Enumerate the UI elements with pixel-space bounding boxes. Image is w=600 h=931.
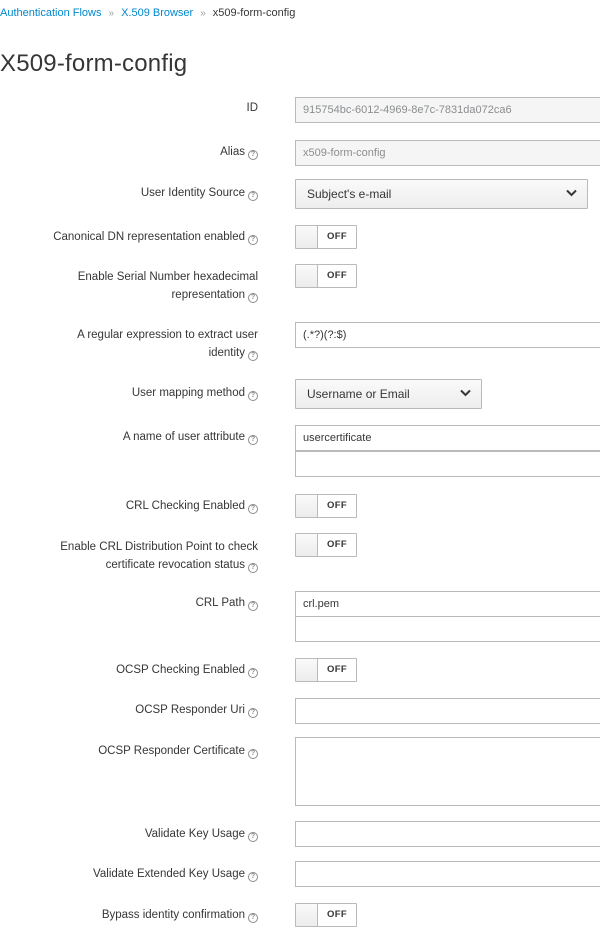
crl-path-label-text: CRL Path xyxy=(195,597,245,609)
ocsp-cert-label-text: OCSP Responder Certificate xyxy=(98,745,245,757)
help-icon[interactable]: ? xyxy=(248,563,258,573)
help-icon[interactable]: ? xyxy=(248,293,258,303)
toggle-knob xyxy=(296,659,318,681)
serial-hex-label-line1: Enable Serial Number hexadecimal xyxy=(77,271,258,283)
regex-label: A regular expression to extract user iden… xyxy=(77,326,258,362)
toggle-state: OFF xyxy=(327,231,347,242)
user-attribute-input-2[interactable] xyxy=(295,451,600,477)
help-icon[interactable]: ? xyxy=(248,872,258,882)
alias-label: Alias? xyxy=(220,143,258,161)
user-mapping-method-value: Username or Email xyxy=(307,387,410,401)
key-usage-label: Validate Key Usage? xyxy=(145,825,258,843)
crl-distribution-toggle[interactable]: OFF xyxy=(295,533,357,557)
serial-hex-toggle[interactable]: OFF xyxy=(295,264,357,288)
bypass-confirmation-label-text: Bypass identity confirmation xyxy=(101,909,245,921)
page-title: X509-form-config xyxy=(0,50,188,77)
breadcrumb-authentication-flows[interactable]: Authentication Flows xyxy=(0,7,102,19)
crl-distribution-label-line2: certificate revocation status xyxy=(105,559,245,571)
help-icon[interactable]: ? xyxy=(248,708,258,718)
user-identity-source-label: User Identity Source? xyxy=(141,184,258,202)
help-icon[interactable]: ? xyxy=(248,351,258,361)
user-mapping-method-label: User mapping method? xyxy=(132,384,258,402)
toggle-knob xyxy=(296,534,318,556)
crl-path-input-2[interactable] xyxy=(295,616,600,642)
crl-path-input[interactable]: crl.pem xyxy=(295,591,600,617)
bypass-confirmation-toggle[interactable]: OFF xyxy=(295,903,357,927)
user-mapping-method-label-text: User mapping method xyxy=(131,387,245,399)
help-icon[interactable]: ? xyxy=(248,504,258,514)
toggle-state: OFF xyxy=(327,500,347,511)
key-usage-input[interactable] xyxy=(295,821,600,847)
user-attribute-label-text: A name of user attribute xyxy=(122,431,245,443)
toggle-state: OFF xyxy=(327,664,347,675)
user-identity-source-label-text: User Identity Source xyxy=(140,187,245,199)
ocsp-cert-label: OCSP Responder Certificate? xyxy=(98,742,258,760)
regex-label-line1: A regular expression to extract user xyxy=(77,329,258,341)
ocsp-checking-label-text: OCSP Checking Enabled xyxy=(116,664,245,676)
alias-label-text: Alias xyxy=(220,146,245,158)
help-icon[interactable]: ? xyxy=(248,191,258,201)
user-attribute-input[interactable]: usercertificate xyxy=(295,425,600,451)
toggle-knob xyxy=(296,265,318,287)
id-label: ID xyxy=(247,99,259,117)
ocsp-uri-label: OCSP Responder Uri? xyxy=(135,701,258,719)
help-icon[interactable]: ? xyxy=(248,235,258,245)
crl-checking-toggle[interactable]: OFF xyxy=(295,494,357,518)
chevron-down-icon xyxy=(566,189,577,197)
id-field: 915754bc-6012-4969-8e7c-7831da072ca6 xyxy=(295,97,600,123)
bypass-confirmation-label: Bypass identity confirmation? xyxy=(102,906,258,924)
crl-checking-label-text: CRL Checking Enabled xyxy=(125,500,245,512)
crl-distribution-label-line1: Enable CRL Distribution Point to check xyxy=(60,541,258,553)
ext-key-usage-label-text: Validate Extended Key Usage xyxy=(93,868,245,880)
toggle-knob xyxy=(296,904,318,926)
help-icon[interactable]: ? xyxy=(248,601,258,611)
ocsp-checking-toggle[interactable]: OFF xyxy=(295,658,357,682)
crl-distribution-label: Enable CRL Distribution Point to check ce… xyxy=(60,538,258,574)
breadcrumb-x509-browser[interactable]: X.509 Browser xyxy=(121,7,193,19)
canonical-dn-label: Canonical DN representation enabled? xyxy=(53,228,258,246)
ocsp-uri-input[interactable] xyxy=(295,698,600,724)
crl-path-label: CRL Path? xyxy=(196,594,258,612)
toggle-state: OFF xyxy=(327,909,347,920)
help-icon[interactable]: ? xyxy=(248,391,258,401)
help-icon[interactable]: ? xyxy=(248,150,258,160)
user-identity-source-select[interactable]: Subject's e-mail xyxy=(295,179,588,209)
id-label-text: ID xyxy=(246,102,259,114)
breadcrumb: Authentication Flows » X.509 Browser » x509-… xyxy=(0,5,295,21)
toggle-state: OFF xyxy=(327,270,347,281)
breadcrumb-separator: » xyxy=(108,8,115,19)
serial-hex-label-line2: representation xyxy=(171,289,245,301)
help-icon[interactable]: ? xyxy=(248,749,258,759)
crl-checking-label: CRL Checking Enabled? xyxy=(126,497,258,515)
alias-field: x509-form-config xyxy=(295,140,600,166)
serial-hex-label: Enable Serial Number hexadecimal represen… xyxy=(78,268,258,304)
ocsp-checking-label: OCSP Checking Enabled? xyxy=(116,661,258,679)
help-icon[interactable]: ? xyxy=(248,913,258,923)
help-icon[interactable]: ? xyxy=(248,668,258,678)
ocsp-uri-label-text: OCSP Responder Uri xyxy=(135,704,245,716)
toggle-state: OFF xyxy=(327,539,347,550)
help-icon[interactable]: ? xyxy=(248,435,258,445)
canonical-dn-label-text: Canonical DN representation enabled xyxy=(53,231,245,243)
breadcrumb-separator: » xyxy=(200,8,206,19)
help-icon[interactable]: ? xyxy=(248,832,258,842)
toggle-knob xyxy=(296,226,318,248)
regex-input[interactable]: (.*?)(?:$) xyxy=(295,322,600,348)
ocsp-cert-textarea[interactable] xyxy=(295,737,600,806)
regex-label-line2: identity xyxy=(208,347,245,359)
canonical-dn-toggle[interactable]: OFF xyxy=(295,225,357,249)
ext-key-usage-label: Validate Extended Key Usage? xyxy=(93,865,258,883)
breadcrumb-current: x509-form-config xyxy=(212,7,296,19)
user-attribute-label: A name of user attribute? xyxy=(123,428,258,446)
key-usage-label-text: Validate Key Usage xyxy=(144,828,245,840)
user-mapping-method-select[interactable]: Username or Email xyxy=(295,379,482,409)
user-identity-source-value: Subject's e-mail xyxy=(307,187,392,201)
toggle-knob xyxy=(296,495,318,517)
chevron-down-icon xyxy=(460,389,471,397)
ext-key-usage-input[interactable] xyxy=(295,861,600,887)
